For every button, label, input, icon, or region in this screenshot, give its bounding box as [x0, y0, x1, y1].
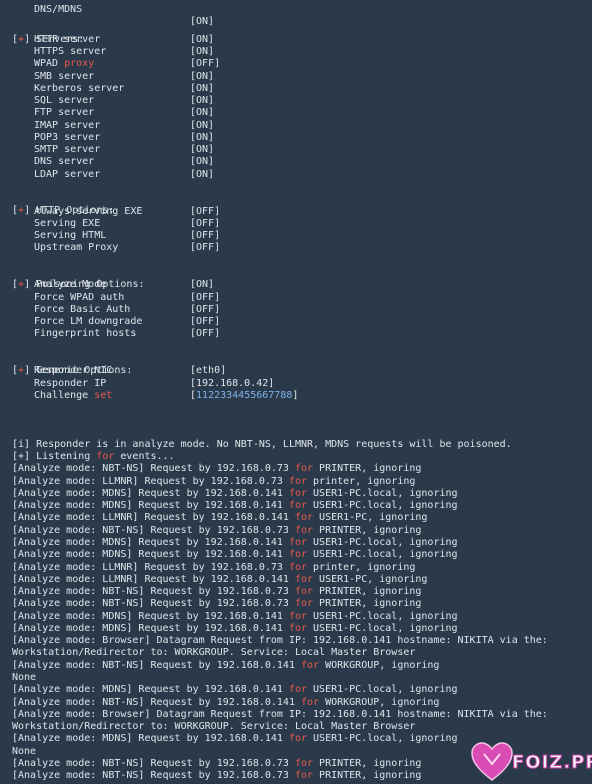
watermark: FOIZ.PRO [470, 742, 592, 782]
line-dns-mdns: DNS/MDNS [ON] [34, 4, 215, 27]
terminal-output: DNS/MDNS [ON] [+] Servers: HTTP server [O… [0, 0, 592, 784]
section-header-generic-options: [+] Generic Options: [12, 365, 133, 376]
section-header-poisoning-options: [+] Poisoning Options: [12, 279, 145, 290]
heart-logo-icon [471, 742, 513, 781]
section-header-http-options: [+] HTTP Options: [12, 205, 115, 216]
section-header-servers: [+] Servers: [12, 34, 85, 45]
watermark-text: FOIZ.PRO [512, 752, 592, 774]
